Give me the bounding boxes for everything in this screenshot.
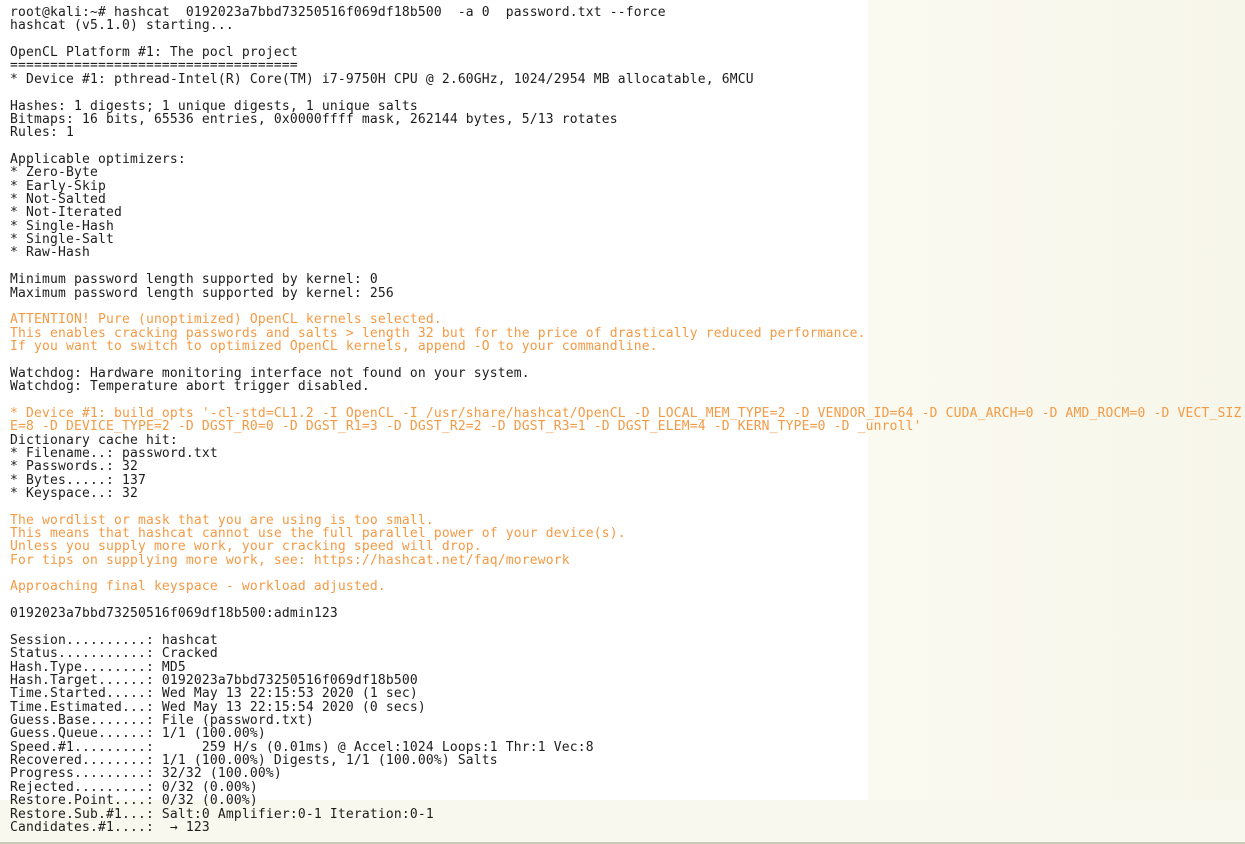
terminal-line: Dictionary cache hit: bbox=[10, 432, 178, 448]
terminal-line: * Single-Hash bbox=[10, 218, 114, 234]
terminal-line: * Passwords.: 32 bbox=[10, 459, 138, 475]
terminal-warning-line: ATTENTION! Pure (unoptimized) OpenCL ker… bbox=[10, 312, 442, 328]
terminal-line: Hashes: 1 digests; 1 unique digests, 1 u… bbox=[10, 98, 418, 114]
terminal-line: Hash.Target......: 0192023a7bbd73250516f… bbox=[10, 672, 418, 688]
terminal-line: * Raw-Hash bbox=[10, 245, 90, 261]
terminal-warning-line: E=8 -D DEVICE_TYPE=2 -D DGST_R0=0 -D DGS… bbox=[10, 419, 922, 435]
terminal-line: Bitmaps: 16 bits, 65536 entries, 0x0000f… bbox=[10, 111, 618, 127]
terminal-line: Session..........: hashcat bbox=[10, 632, 218, 648]
terminal-line: * Device #1: pthread-Intel(R) Core(TM) i… bbox=[10, 71, 754, 87]
terminal-line: * Filename..: password.txt bbox=[10, 445, 218, 461]
terminal-line: * Not-Salted bbox=[10, 192, 106, 208]
terminal-warning-line: This enables cracking passwords and salt… bbox=[10, 325, 866, 341]
terminal-line: Restore.Point....: 0/32 (0.00%) bbox=[10, 793, 258, 809]
terminal-line: root@kali:~# hashcat 0192023a7bbd7325051… bbox=[10, 5, 666, 20]
terminal-line: OpenCL Platform #1: The pocl project bbox=[10, 45, 298, 61]
terminal-line: hashcat (v5.1.0) starting... bbox=[10, 18, 234, 34]
terminal-line: Restore.Sub.#1...: Salt:0 Amplifier:0-1 … bbox=[10, 806, 434, 822]
terminal-line: * Keyspace..: 32 bbox=[10, 485, 138, 501]
terminal-warning-line: Unless you supply more work, your cracki… bbox=[10, 539, 482, 555]
terminal-line: * Single-Salt bbox=[10, 232, 114, 248]
terminal-line: Hash.Type........: MD5 bbox=[10, 659, 186, 675]
terminal-line: Recovered........: 1/1 (100.00%) Digests… bbox=[10, 753, 498, 769]
terminal-output[interactable]: root@kali:~# hashcat 0192023a7bbd7325051… bbox=[10, 5, 1242, 835]
terminal-line: Watchdog: Temperature abort trigger disa… bbox=[10, 379, 370, 395]
terminal-warning-line: * Device #1: build_opts '-cl-std=CL1.2 -… bbox=[10, 405, 1242, 421]
terminal-line: * Early-Skip bbox=[10, 178, 106, 194]
terminal-line: * Bytes.....: 137 bbox=[10, 472, 146, 488]
terminal-line: Time.Started.....: Wed May 13 22:15:53 2… bbox=[10, 686, 418, 702]
terminal-warning-line: If you want to switch to optimized OpenC… bbox=[10, 338, 658, 354]
terminal-line: Guess.Base.......: File (password.txt) bbox=[10, 713, 314, 729]
terminal-warning-line: For tips on supplying more work, see: ht… bbox=[10, 552, 570, 568]
terminal-line: Status...........: Cracked bbox=[10, 646, 218, 662]
terminal-line: Maximum password length supported by ker… bbox=[10, 285, 394, 301]
terminal-line: Rules: 1 bbox=[10, 125, 74, 141]
terminal-line: Candidates.#1....: → 123 bbox=[10, 819, 210, 835]
terminal-line: Watchdog: Hardware monitoring interface … bbox=[10, 365, 530, 381]
terminal-warning-line: This means that hashcat cannot use the f… bbox=[10, 526, 626, 542]
terminal-line: 0192023a7bbd73250516f069df18b500:admin12… bbox=[10, 606, 338, 622]
terminal-line: Time.Estimated...: Wed May 13 22:15:54 2… bbox=[10, 699, 426, 715]
terminal-line: Minimum password length supported by ker… bbox=[10, 272, 378, 288]
terminal-line: Guess.Queue......: 1/1 (100.00%) bbox=[10, 726, 266, 742]
terminal-line: * Not-Iterated bbox=[10, 205, 122, 221]
terminal-line: Applicable optimizers: bbox=[10, 151, 186, 167]
terminal-warning-line: Approaching final keyspace - workload ad… bbox=[10, 579, 386, 595]
terminal-line: ==================================== bbox=[10, 58, 298, 74]
terminal-line: * Zero-Byte bbox=[10, 165, 98, 181]
terminal-line: Speed.#1.........: 259 H/s (0.01ms) @ Ac… bbox=[10, 739, 594, 755]
terminal-line: Rejected.........: 0/32 (0.00%) bbox=[10, 779, 258, 795]
terminal-line: Progress.........: 32/32 (100.00%) bbox=[10, 766, 282, 782]
terminal-warning-line: The wordlist or mask that you are using … bbox=[10, 512, 434, 528]
